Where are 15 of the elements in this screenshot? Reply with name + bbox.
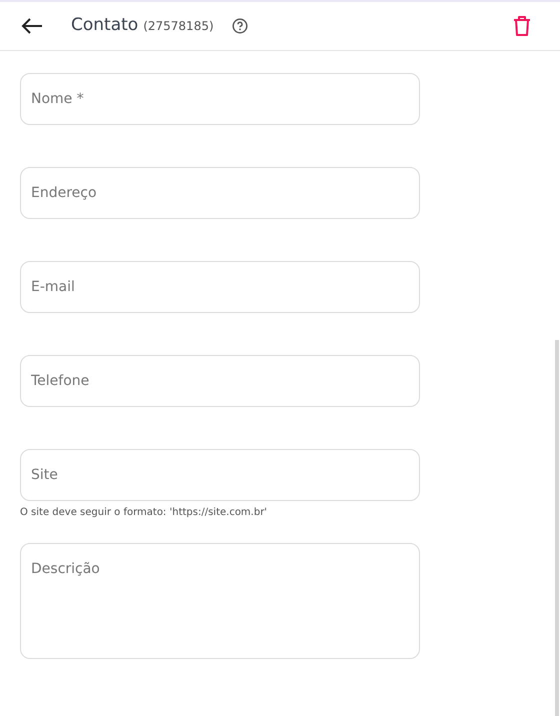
input-field[interactable]: Nome * (20, 73, 420, 125)
input-field[interactable]: Telefone (20, 355, 420, 407)
input-field[interactable]: E-mail (20, 261, 420, 313)
description-field[interactable]: Descrição (20, 543, 420, 659)
input-field[interactable]: Endereço (20, 167, 420, 219)
trash-icon (513, 15, 531, 37)
help-button[interactable] (232, 18, 248, 34)
help-icon (232, 18, 248, 34)
input-field[interactable]: Site (20, 449, 420, 501)
scrollbar[interactable] (555, 340, 559, 716)
page-title: Contato (71, 14, 138, 38)
back-arrow-icon (21, 18, 43, 34)
field-hint: O site deve seguir o formato: 'https://site.com.br' (20, 506, 268, 520)
delete-button[interactable] (512, 14, 532, 38)
record-id: (27578185) (143, 18, 214, 35)
